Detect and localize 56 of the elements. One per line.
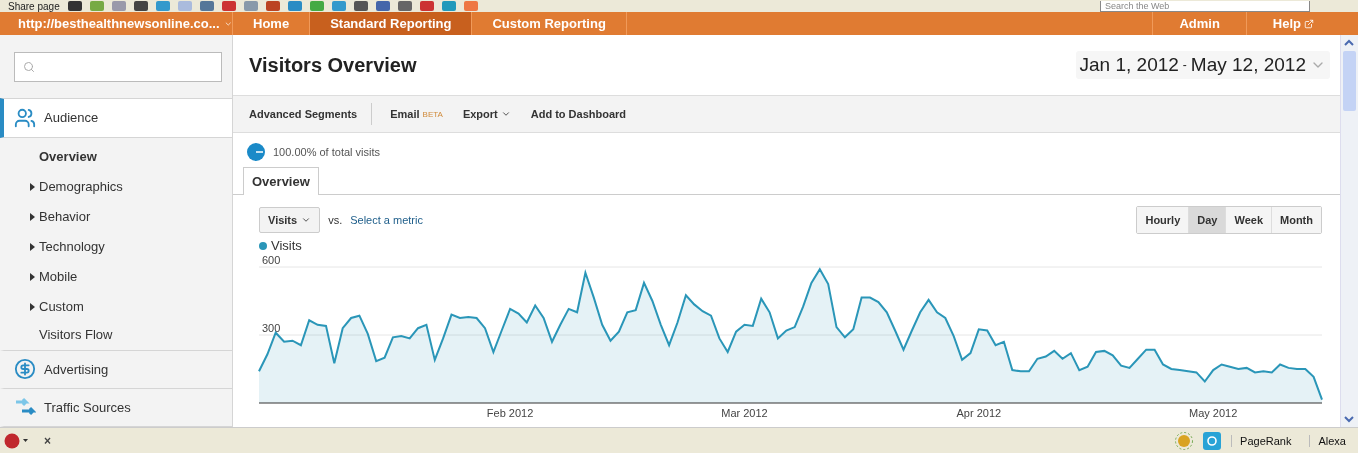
x-axis-label: Mar 2012 [721,407,768,419]
y-axis-label: 600 [262,254,281,266]
sun-icon[interactable] [1175,431,1194,450]
share-page-label: Share page [8,0,60,12]
sidebar-item[interactable]: Custom [0,291,232,322]
sidebar-item[interactable]: Mobile [0,261,232,292]
page-title: Visitors Overview [249,53,417,77]
sidebar-item[interactable]: Overview [0,141,232,172]
nav-tab[interactable]: Standard Reporting [310,12,473,35]
date-range-picker[interactable]: Jan 1, 2012 - May 12, 2012 [1075,51,1330,80]
expand-triangle-icon [30,302,35,311]
extension-icon[interactable] [67,1,82,11]
vs-label: vs. [328,214,343,226]
extension-icon[interactable] [375,1,390,11]
period-button[interactable]: Day [1189,207,1227,233]
dollar-icon [14,358,36,381]
close-button[interactable]: × [40,433,55,448]
scrollbar-thumb[interactable] [1343,51,1356,111]
x-axis-label: Feb 2012 [486,407,534,419]
extension-icon[interactable] [265,1,280,11]
extension-icon[interactable] [397,1,412,11]
legend-label: Visits [271,238,302,253]
toolbar-button[interactable]: Advanced Segments [241,103,373,126]
toolbar-button[interactable]: Export [454,108,519,121]
scrollbar[interactable] [1340,35,1358,427]
y-axis-label: 300 [262,322,281,334]
web-search-field[interactable]: Search the Web [1100,0,1310,12]
segment-label: 100.00% of total visits [273,146,380,158]
status-item[interactable]: PageRank [1231,434,1300,447]
sidebar-item[interactable]: Technology [0,231,232,262]
period-button[interactable]: Month [1272,207,1321,233]
expand-triangle-icon [30,242,35,251]
x-axis-label: May 2012 [1189,407,1238,419]
search-field[interactable] [14,52,222,83]
status-item[interactable]: Alexa [1309,434,1354,447]
expand-triangle-icon [30,212,35,221]
sidebar-item[interactable]: Visitors Flow [0,321,232,347]
x-axis-label: Apr 2012 [956,407,1002,419]
people-icon [14,107,36,129]
search-icon [23,61,35,74]
metric-dropdown[interactable]: Visits [259,207,321,233]
caret-icon [301,215,312,225]
report-tab[interactable]: Overview [243,167,319,195]
period-button[interactable]: Hourly [1137,207,1190,233]
toolbar-button[interactable]: Add to Dashboard [522,108,635,121]
expand-triangle-icon [30,272,35,281]
expand-triangle-icon [30,182,35,191]
period-button[interactable]: Week [1226,207,1272,233]
sidebar-item[interactable]: Demographics [0,171,232,202]
extension-icon[interactable] [353,1,368,11]
stop-sign-icon[interactable] [4,432,30,449]
external-link-icon [1304,18,1314,29]
extension-icon[interactable] [133,1,148,11]
sidebar-item[interactable]: Behavior [0,201,232,232]
select-metric-link[interactable]: Select a metric [350,214,423,226]
sidebar-section[interactable]: Audience [0,98,232,138]
